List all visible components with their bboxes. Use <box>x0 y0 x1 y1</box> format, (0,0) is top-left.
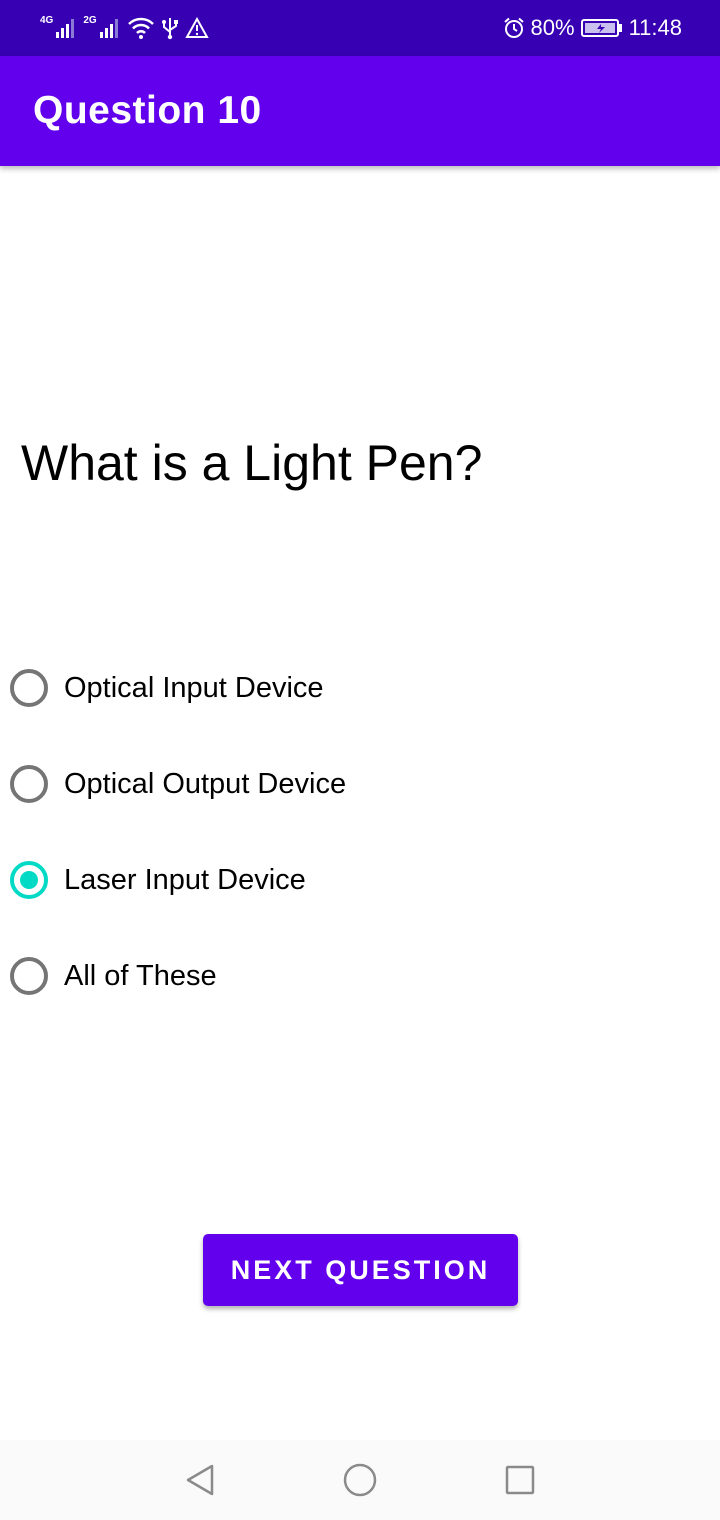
radio-button-selected[interactable] <box>10 861 48 899</box>
page-title: Question 10 <box>33 89 262 132</box>
radio-button[interactable] <box>10 957 48 995</box>
wifi-icon <box>127 17 154 39</box>
question-text: What is a Light Pen? <box>21 435 483 491</box>
signal-4g-label: 4G <box>40 14 54 26</box>
battery-charging-icon <box>580 19 622 37</box>
option-optical-input-device[interactable]: Optical Input Device <box>10 658 324 718</box>
option-laser-input-device[interactable]: Laser Input Device <box>10 850 306 910</box>
back-icon[interactable] <box>180 1460 220 1500</box>
option-label: Laser Input Device <box>64 863 306 896</box>
option-optical-output-device[interactable]: Optical Output Device <box>10 754 346 814</box>
usb-icon <box>161 18 178 40</box>
radio-button[interactable] <box>10 765 48 803</box>
alarm-icon <box>503 17 524 38</box>
app-bar: Question 10 <box>0 56 720 166</box>
recents-icon[interactable] <box>500 1460 540 1500</box>
status-right-icons: 80% 11:48 <box>503 12 682 44</box>
option-label: Optical Input Device <box>64 671 324 704</box>
signal-2g-label: 2G <box>83 14 97 26</box>
radio-button[interactable] <box>10 669 48 707</box>
clock: 11:48 <box>628 15 682 40</box>
next-question-button[interactable]: NEXT QUESTION <box>203 1234 518 1306</box>
option-all-of-these[interactable]: All of These <box>10 946 217 1006</box>
option-label: All of These <box>64 959 217 992</box>
signal-4g-icon <box>56 19 75 38</box>
screen: 4G 2G 80% 11:48 Question 10 What is a Li… <box>0 0 720 1520</box>
navigation-bar <box>0 1440 720 1520</box>
warning-icon <box>184 17 209 38</box>
status-left-icons: 4G 2G <box>40 14 209 42</box>
battery-percent: 80% <box>530 15 575 40</box>
status-bar: 4G 2G 80% 11:48 <box>0 0 720 56</box>
signal-2g-icon <box>99 19 118 38</box>
option-label: Optical Output Device <box>64 767 347 800</box>
home-icon[interactable] <box>340 1460 380 1500</box>
